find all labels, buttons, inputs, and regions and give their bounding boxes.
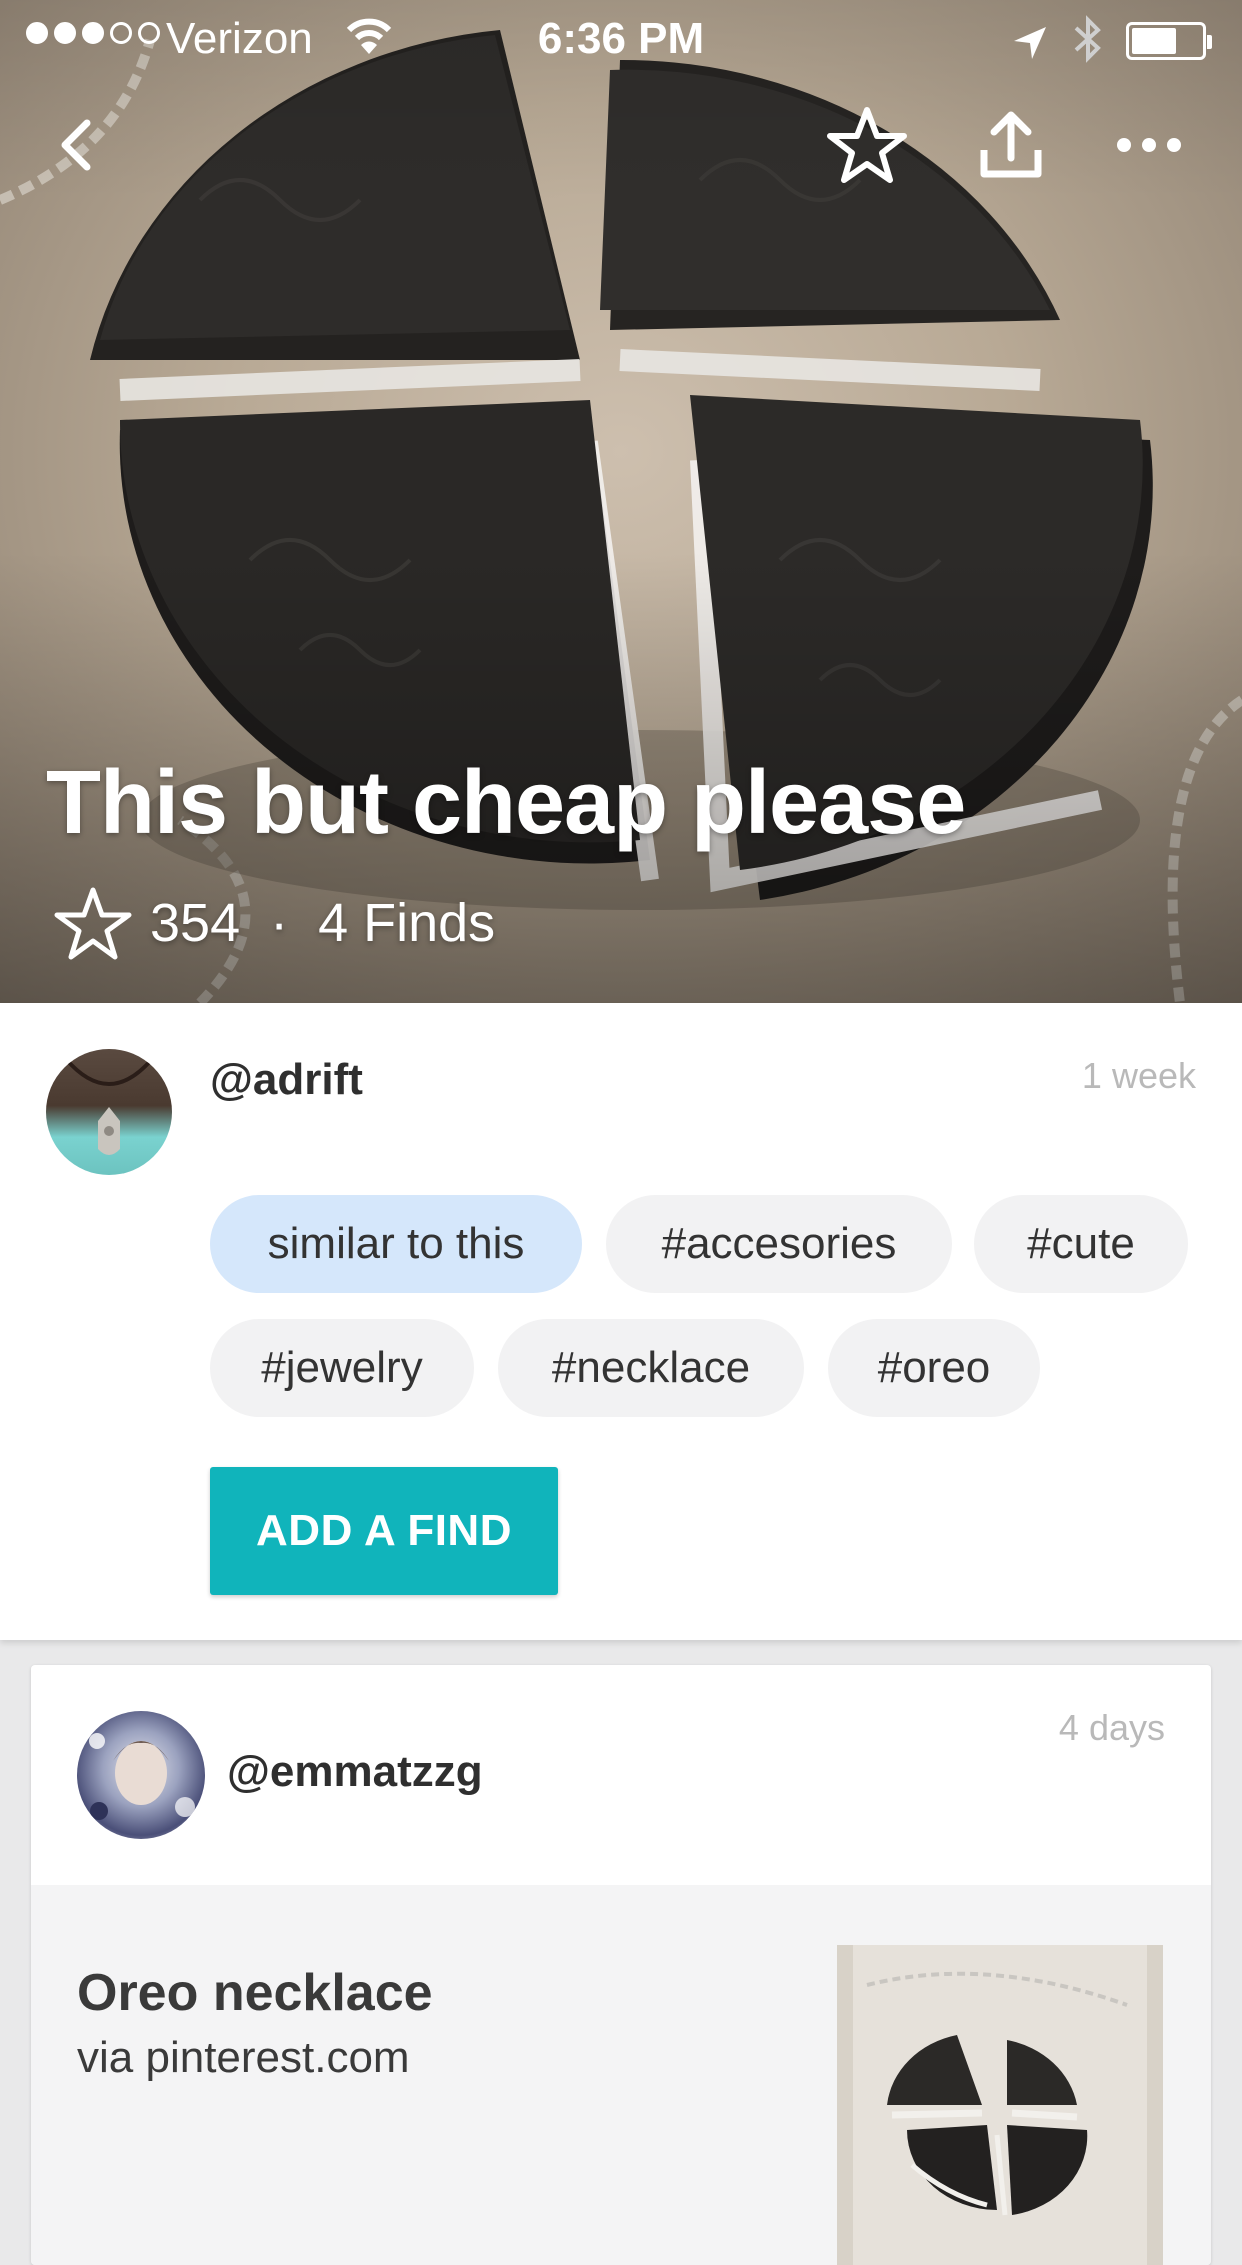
status-time: 6:36 PM — [537, 14, 705, 63]
find-title[interactable]: Oreo necklace — [77, 1963, 433, 2023]
tag-similar-to-this[interactable]: similar to this — [210, 1195, 582, 1293]
tag-cute[interactable]: #cute — [974, 1195, 1188, 1293]
more-dots-icon — [1117, 138, 1181, 152]
find-time: 4 days — [1058, 1707, 1165, 1748]
request-post: @adrift 1 week similar to this #accesori… — [0, 1003, 1242, 1640]
share-icon — [980, 111, 1042, 178]
more-button[interactable] — [1104, 100, 1194, 190]
location-arrow-icon — [1012, 22, 1048, 72]
favorite-button[interactable] — [822, 100, 912, 190]
finds-count[interactable]: 4 Finds — [318, 892, 495, 954]
add-find-button[interactable]: ADD A FIND — [210, 1467, 558, 1595]
find-thumbnail[interactable] — [837, 1945, 1163, 2265]
request-title: This but cheap please — [46, 753, 966, 853]
status-bar: Verizon 6:36 PM — [0, 0, 1242, 80]
post-time: 1 week — [1081, 1055, 1196, 1096]
tag-oreo[interactable]: #oreo — [828, 1319, 1040, 1417]
bluetooth-icon — [1070, 14, 1106, 75]
hero-image: Verizon 6:36 PM This but cheap please 35… — [0, 0, 1242, 1003]
find-card[interactable]: @emmatzzg 4 days Oreo necklace via pinte… — [31, 1665, 1211, 2265]
find-username[interactable]: @emmatzzg — [227, 1747, 483, 1797]
avatar[interactable] — [46, 1049, 172, 1175]
avatar[interactable] — [77, 1711, 205, 1839]
share-button[interactable] — [966, 100, 1056, 190]
tag-accesories[interactable]: #accesories — [606, 1195, 952, 1293]
find-source: via pinterest.com — [77, 2033, 410, 2082]
tag-necklace[interactable]: #necklace — [498, 1319, 804, 1417]
battery-icon — [1126, 22, 1212, 60]
request-stats: 354 · 4 Finds — [54, 886, 495, 960]
star-count: 354 — [150, 893, 241, 953]
star-count-icon — [54, 887, 132, 960]
find-link-preview[interactable]: Oreo necklace via pinterest.com — [31, 1885, 1211, 2265]
chevron-left-icon — [61, 119, 91, 171]
star-outline-icon — [827, 107, 907, 183]
stats-separator: · — [270, 893, 289, 953]
post-username[interactable]: @adrift — [210, 1055, 363, 1105]
tag-jewelry[interactable]: #jewelry — [210, 1319, 474, 1417]
back-button[interactable] — [30, 100, 120, 190]
